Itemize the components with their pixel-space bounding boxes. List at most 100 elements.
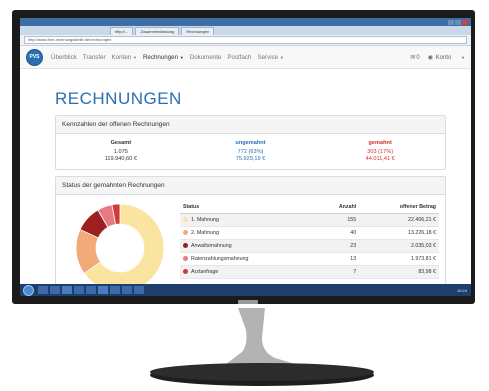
taskbar-app[interactable] bbox=[86, 286, 96, 294]
app-logo[interactable]: PVS bbox=[26, 48, 43, 66]
stat-count: 772 (63%) bbox=[237, 149, 264, 155]
nav-item-transfer[interactable]: Transfer bbox=[83, 54, 106, 61]
stat-amount: 75.929,19 € bbox=[235, 156, 266, 162]
taskbar-app[interactable] bbox=[122, 286, 132, 294]
amount-cell: 1.973,81 € bbox=[359, 252, 439, 266]
nav-right: ✉0 ◉ Konto ▼ bbox=[402, 54, 465, 61]
caret-down-icon: ▼ bbox=[461, 54, 465, 60]
table-row[interactable]: Arztanfrage 7 83,98 € bbox=[180, 265, 439, 279]
caret-down-icon: ▼ bbox=[279, 54, 284, 60]
nav-item-label: Rechnungen bbox=[142, 53, 179, 61]
app-navbar: PVS Überblick Transfer Konten ▼ Rechnung… bbox=[20, 46, 471, 69]
status-label: 1. Mahnung bbox=[191, 217, 219, 223]
stat-ungemahnt: ungemahnt 772 (63%) 75.929,19 € bbox=[186, 140, 316, 163]
col-count[interactable]: Anzahl bbox=[315, 201, 360, 214]
taskbar-app[interactable] bbox=[74, 286, 84, 294]
stat-count: 1.075 bbox=[113, 149, 128, 155]
amount-cell: 83,98 € bbox=[359, 265, 439, 279]
nav-item-konten[interactable]: Konten ▼ bbox=[112, 54, 137, 61]
status-label: Ratenzahlungsmahnung bbox=[191, 256, 249, 262]
status-cell: Anwaltsmahnung bbox=[180, 239, 316, 253]
count-cell: 23 bbox=[315, 239, 360, 253]
nav-item-ueberblick[interactable]: Überblick bbox=[51, 54, 77, 61]
main-content: RECHNUNGEN Kennzahlen der offenen Rechnu… bbox=[20, 69, 471, 296]
mail-count: 0 bbox=[416, 54, 420, 61]
donut-chart bbox=[62, 201, 180, 295]
screen: http://... Zusammenfassung Rechnungen ht… bbox=[20, 18, 471, 296]
status-color-dot bbox=[183, 256, 188, 262]
table-row[interactable]: Anwaltsmahnung 23 2.035,03 € bbox=[180, 239, 439, 253]
taskbar-clock: 10:24 bbox=[456, 287, 467, 293]
caret-down-icon: ▼ bbox=[132, 54, 137, 60]
browser-tab[interactable]: http://... bbox=[110, 27, 134, 35]
stat-gemahnt: gemahnt 303 (17%) 44.011,41 € bbox=[315, 140, 445, 163]
taskbar-app[interactable] bbox=[50, 286, 60, 294]
stat-count: 303 (17%) bbox=[367, 149, 394, 155]
panel-heading: Kennzahlen der offenen Rechnungen bbox=[56, 116, 445, 134]
nav-item-postfach[interactable]: Postfach bbox=[227, 54, 251, 61]
kpi-panel: Kennzahlen der offenen Rechnungen Gesamt… bbox=[55, 115, 446, 170]
status-color-dot bbox=[183, 230, 188, 236]
dunning-table: Status Anzahl offener Betrag 1. Mahnung 1… bbox=[180, 201, 439, 295]
mail-button[interactable]: ✉0 bbox=[410, 54, 419, 61]
nav-item-dokumente[interactable]: Dokumente bbox=[190, 54, 222, 61]
count-cell: 40 bbox=[315, 226, 360, 240]
count-cell: 155 bbox=[315, 213, 360, 227]
table-row[interactable]: Ratenzahlungsmahnung 13 1.973,81 € bbox=[180, 252, 439, 266]
taskbar-app[interactable] bbox=[38, 286, 48, 294]
taskbar-app[interactable] bbox=[98, 286, 108, 294]
col-amount[interactable]: offener Betrag bbox=[359, 201, 439, 214]
minimize-icon[interactable] bbox=[448, 19, 454, 25]
taskbar-app[interactable] bbox=[62, 286, 72, 294]
nav-item-label: Konten bbox=[111, 53, 132, 61]
taskbar-app[interactable] bbox=[134, 286, 144, 294]
status-cell: 1. Mahnung bbox=[180, 213, 316, 227]
status-color-dot bbox=[183, 269, 188, 275]
start-button[interactable] bbox=[23, 284, 34, 296]
status-cell: Ratenzahlungsmahnung bbox=[180, 252, 316, 266]
panel-heading: Status der gemahnten Rechnungen bbox=[56, 177, 445, 195]
amount-cell: 13.226,18 € bbox=[359, 226, 439, 240]
kpi-stats: Gesamt 1.075 119.940,60 € ungemahnt 772 … bbox=[56, 134, 445, 169]
close-icon[interactable] bbox=[462, 19, 468, 25]
status-color-dot bbox=[183, 243, 188, 249]
browser-titlebar bbox=[20, 18, 471, 26]
table-row[interactable]: 1. Mahnung 155 22.406,21 € bbox=[180, 213, 439, 227]
caret-down-icon: ▼ bbox=[179, 54, 184, 60]
donut-svg bbox=[75, 203, 165, 293]
amount-cell: 22.406,21 € bbox=[359, 213, 439, 227]
amount-cell: 2.035,03 € bbox=[359, 239, 439, 253]
stat-label: gemahnt bbox=[368, 140, 392, 146]
status-color-dot bbox=[183, 217, 188, 223]
stat-amount: 119.940,60 € bbox=[104, 156, 137, 162]
dunning-body: Status Anzahl offener Betrag 1. Mahnung 1… bbox=[56, 195, 445, 295]
status-label: Anwaltsmahnung bbox=[191, 243, 232, 249]
browser-tab[interactable]: Rechnungen bbox=[181, 27, 215, 35]
count-cell: 7 bbox=[315, 265, 360, 279]
table-row[interactable]: 2. Mahnung 40 13.226,18 € bbox=[180, 226, 439, 240]
nav-item-rechnungen[interactable]: Rechnungen ▼ bbox=[143, 54, 184, 61]
taskbar-app[interactable] bbox=[110, 286, 120, 294]
dunning-panel: Status der gemahnten Rechnungen Status A… bbox=[55, 176, 446, 296]
monitor: http://... Zusammenfassung Rechnungen ht… bbox=[8, 2, 478, 308]
nav-item-service[interactable]: Service ▼ bbox=[257, 54, 283, 61]
col-status[interactable]: Status bbox=[180, 201, 316, 214]
maximize-icon[interactable] bbox=[455, 19, 461, 25]
stat-label: Gesamt bbox=[110, 140, 132, 146]
count-cell: 13 bbox=[315, 252, 360, 266]
browser-tab[interactable]: Zusammenfassung bbox=[135, 27, 180, 35]
nav-item-label: Service bbox=[257, 53, 279, 61]
status-cell: 2. Mahnung bbox=[180, 226, 316, 240]
account-button[interactable]: ◉ Konto ▼ bbox=[428, 54, 465, 61]
status-label: 2. Mahnung bbox=[191, 230, 219, 236]
stat-label: ungemahnt bbox=[235, 140, 266, 146]
page-title: RECHNUNGEN bbox=[55, 89, 182, 108]
status-cell: Arztanfrage bbox=[180, 265, 316, 279]
url-field[interactable]: http://www.ihre-rechnungsstelle.de/rechn… bbox=[24, 36, 467, 44]
account-label: Konto bbox=[435, 54, 452, 61]
monitor-brand bbox=[238, 300, 258, 304]
browser-tabbar: http://... Zusammenfassung Rechnungen bbox=[20, 26, 471, 35]
taskbar: 10:24 bbox=[20, 284, 471, 296]
status-label: Arztanfrage bbox=[191, 269, 219, 275]
address-bar: http://www.ihre-rechnungsstelle.de/rechn… bbox=[20, 35, 471, 46]
